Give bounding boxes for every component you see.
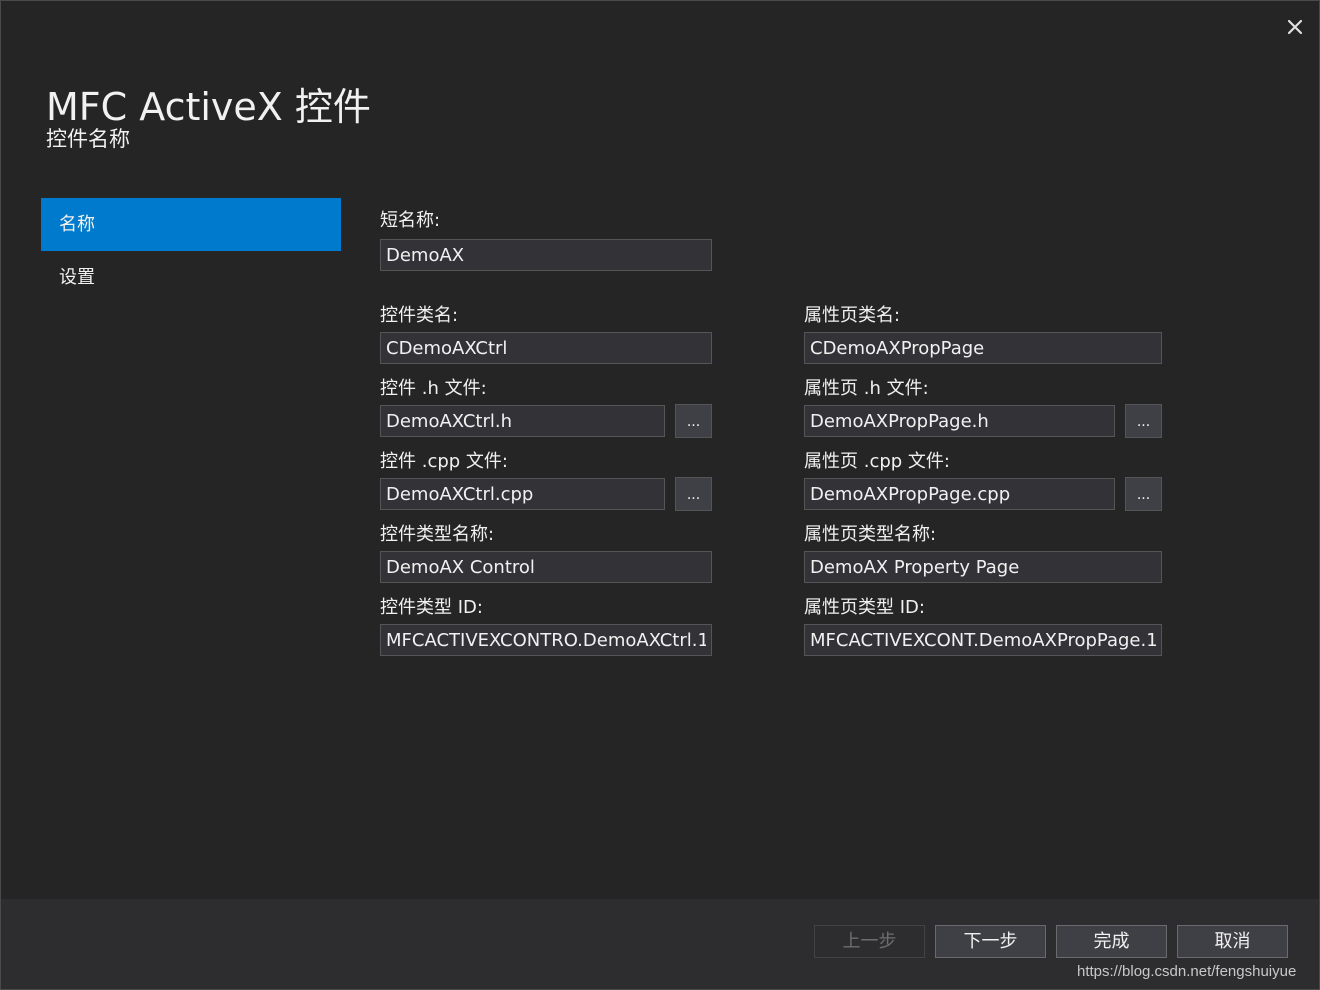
control-class-label: 控件类名:	[380, 305, 459, 326]
nav-sidebar: 名称 设置	[41, 198, 341, 304]
proppage-type-id-label: 属性页类型 ID:	[804, 597, 925, 618]
nav-item-name[interactable]: 名称	[41, 198, 341, 251]
next-button[interactable]: 下一步	[935, 925, 1046, 958]
nav-item-settings[interactable]: 设置	[41, 251, 341, 304]
control-type-id-input[interactable]	[380, 624, 712, 656]
proppage-cpp-input[interactable]	[804, 478, 1115, 510]
proppage-type-id-input[interactable]	[804, 624, 1162, 656]
proppage-h-browse-button[interactable]: ...	[1125, 404, 1162, 438]
control-cpp-browse-button[interactable]: ...	[675, 477, 712, 511]
dialog-subtitle: 控件名称	[46, 127, 130, 151]
control-h-label: 控件 .h 文件:	[380, 378, 487, 399]
watermark-text: https://blog.csdn.net/fengshuiyue	[1077, 963, 1297, 980]
short-name-input[interactable]	[380, 239, 712, 271]
proppage-h-label: 属性页 .h 文件:	[804, 378, 929, 399]
short-name-label: 短名称:	[380, 210, 441, 231]
control-class-input[interactable]	[380, 332, 712, 364]
previous-button[interactable]: 上一步	[814, 925, 925, 958]
cancel-button[interactable]: 取消	[1177, 925, 1288, 958]
control-h-browse-button[interactable]: ...	[675, 404, 712, 438]
control-type-id-label: 控件类型 ID:	[380, 597, 483, 618]
control-cpp-label: 控件 .cpp 文件:	[380, 451, 508, 472]
control-cpp-input[interactable]	[380, 478, 665, 510]
close-icon	[1287, 19, 1303, 35]
proppage-class-input[interactable]	[804, 332, 1162, 364]
proppage-cpp-browse-button[interactable]: ...	[1125, 477, 1162, 511]
finish-button[interactable]: 完成	[1056, 925, 1167, 958]
control-type-name-label: 控件类型名称:	[380, 524, 495, 545]
proppage-type-name-label: 属性页类型名称:	[804, 524, 937, 545]
proppage-h-input[interactable]	[804, 405, 1115, 437]
control-h-input[interactable]	[380, 405, 665, 437]
dialog-window: MFC ActiveX 控件 控件名称 名称 设置 短名称: 控件类名: 控件 …	[0, 0, 1320, 990]
close-button[interactable]	[1279, 13, 1311, 41]
proppage-type-name-input[interactable]	[804, 551, 1162, 583]
proppage-class-label: 属性页类名:	[804, 305, 901, 326]
proppage-cpp-label: 属性页 .cpp 文件:	[804, 451, 950, 472]
control-type-name-input[interactable]	[380, 551, 712, 583]
